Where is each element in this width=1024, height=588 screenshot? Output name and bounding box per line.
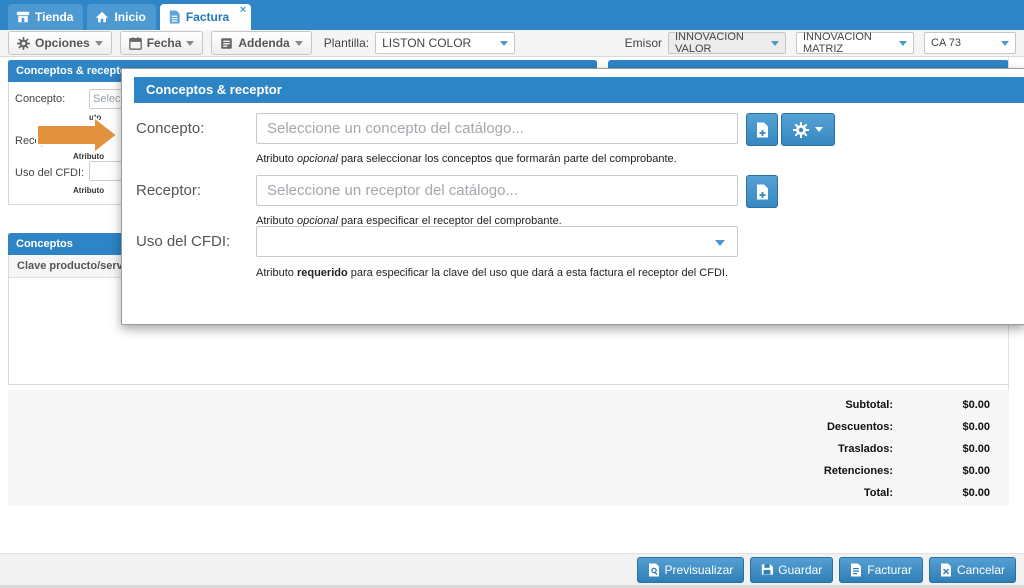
plantilla-select[interactable]: LISTON COLOR <box>375 32 515 54</box>
popup-title: Conceptos & receptor <box>134 77 1024 103</box>
guardar-button[interactable]: Guardar <box>750 557 833 583</box>
traslados-value: $0.00 <box>893 443 990 455</box>
totals-summary: Subtotal: $0.00 Descuentos: $0.00 Trasla… <box>8 390 1009 506</box>
help-keyword: opcional <box>297 153 338 165</box>
cancelar-label: Cancelar <box>957 563 1005 577</box>
chevron-down-icon <box>1001 41 1009 46</box>
calendar-icon <box>129 37 142 50</box>
close-tab-icon[interactable]: × <box>240 5 246 16</box>
subtotal-value: $0.00 <box>893 399 990 411</box>
add-concepto-button[interactable] <box>746 113 778 146</box>
chevron-down-icon <box>715 240 725 246</box>
tab-tienda-label: Tienda <box>35 10 73 24</box>
document-plus-icon <box>756 122 769 138</box>
total-value: $0.00 <box>893 487 990 499</box>
popup-receptor-label: Receptor: <box>136 182 201 199</box>
total-row-total: Total: $0.00 <box>8 482 1009 504</box>
addenda-icon <box>220 37 233 50</box>
orange-arrow-annotation <box>36 116 118 154</box>
popup-concepto-label: Concepto: <box>136 120 204 137</box>
subtotal-label: Subtotal: <box>845 399 893 411</box>
previsualizar-button[interactable]: Previsualizar <box>637 557 745 583</box>
concepto-field-label: Concepto: <box>15 93 65 105</box>
store-icon <box>16 10 30 24</box>
chevron-down-icon <box>95 41 103 46</box>
document-icon <box>168 10 181 24</box>
chevron-down-icon <box>500 41 508 46</box>
popup-uso-cfdi-select[interactable] <box>256 226 738 257</box>
emisor-sucursal-select[interactable]: INNOVACION MATRIZ <box>796 32 914 54</box>
tab-bar: Tienda Inicio Factura × <box>0 0 1024 30</box>
tab-factura[interactable]: Factura × <box>160 4 251 30</box>
gear-icon <box>793 122 809 138</box>
chevron-down-icon <box>771 41 779 46</box>
popup-receptor-input[interactable] <box>256 175 738 206</box>
emisor-empresa-value: INNOVACION VALOR <box>675 31 771 55</box>
emisor-serie-value: CA 73 <box>931 37 961 49</box>
help-text: para seleccionar los conceptos que forma… <box>338 153 677 165</box>
document-plus-icon <box>756 184 769 200</box>
total-row-descuentos: Descuentos: $0.00 <box>8 416 1009 438</box>
previsualizar-label: Previsualizar <box>665 563 734 577</box>
descuentos-label: Descuentos: <box>827 421 893 433</box>
popup-uso-cfdi-label: Uso del CFDI: <box>136 233 230 250</box>
fecha-label: Fecha <box>147 36 182 50</box>
emisor-sucursal-value: INNOVACION MATRIZ <box>803 31 899 55</box>
cancelar-button[interactable]: Cancelar <box>929 557 1016 583</box>
help-keyword: requerido <box>297 267 348 279</box>
popup-uso-cfdi-help: Atributo requerido para especificar la c… <box>256 267 728 279</box>
home-icon <box>95 10 109 24</box>
tab-inicio[interactable]: Inicio <box>87 4 155 30</box>
gear-icon <box>17 37 30 50</box>
chevron-down-icon <box>295 41 303 46</box>
total-label: Total: <box>864 487 893 499</box>
cancel-document-icon <box>940 563 952 577</box>
emisor-empresa-select[interactable]: INNOVACION VALOR <box>668 32 786 54</box>
total-row-subtotal: Subtotal: $0.00 <box>8 394 1009 416</box>
concepto-options-button[interactable] <box>781 113 835 146</box>
save-floppy-icon <box>761 563 773 576</box>
guardar-label: Guardar <box>778 563 822 577</box>
popup-concepto-help: Atributo opcional para seleccionar los c… <box>256 153 677 165</box>
conceptos-receptor-popup: Conceptos & receptor Concepto: Atributo … <box>121 68 1024 325</box>
add-receptor-button[interactable] <box>746 175 778 208</box>
tab-inicio-label: Inicio <box>114 10 145 24</box>
addenda-button[interactable]: Addenda <box>211 31 311 55</box>
emisor-serie-select[interactable]: CA 73 <box>924 32 1016 54</box>
total-row-retenciones: Retenciones: $0.00 <box>8 460 1009 482</box>
main-toolbar: Opciones Fecha Addenda Plantilla: LISTON… <box>0 30 1024 57</box>
tab-tienda[interactable]: Tienda <box>8 4 83 30</box>
help-text: Atributo <box>256 267 297 279</box>
plantilla-label: Plantilla: <box>324 36 369 50</box>
opciones-button[interactable]: Opciones <box>8 31 112 55</box>
help-text: Atributo <box>256 153 297 165</box>
popup-concepto-input[interactable] <box>256 113 738 144</box>
facturar-button[interactable]: Facturar <box>839 557 923 583</box>
preview-document-icon <box>648 563 660 577</box>
addenda-label: Addenda <box>238 36 289 50</box>
chevron-down-icon <box>899 41 907 46</box>
facturar-label: Facturar <box>867 563 912 577</box>
action-footer: Previsualizar Guardar Facturar Cancelar <box>0 553 1024 585</box>
chevron-down-icon <box>815 127 823 132</box>
emisor-label: Emisor <box>625 36 662 50</box>
opciones-label: Opciones <box>35 36 90 50</box>
traslados-label: Traslados: <box>838 443 893 455</box>
fecha-button[interactable]: Fecha <box>120 31 204 55</box>
help-fragment: Atributo <box>73 186 104 195</box>
help-text: para especificar la clave del uso que da… <box>348 267 728 279</box>
tab-factura-label: Factura <box>186 10 229 24</box>
uso-cfdi-field-label: Uso del CFDI: <box>15 167 84 179</box>
retenciones-value: $0.00 <box>893 465 990 477</box>
retenciones-label: Retenciones: <box>824 465 893 477</box>
factura-app-window: Tienda Inicio Factura × Opciones <box>0 0 1024 588</box>
descuentos-value: $0.00 <box>893 421 990 433</box>
total-row-traslados: Traslados: $0.00 <box>8 438 1009 460</box>
chevron-down-icon <box>186 41 194 46</box>
invoice-document-icon <box>850 563 862 577</box>
plantilla-value: LISTON COLOR <box>382 36 471 50</box>
